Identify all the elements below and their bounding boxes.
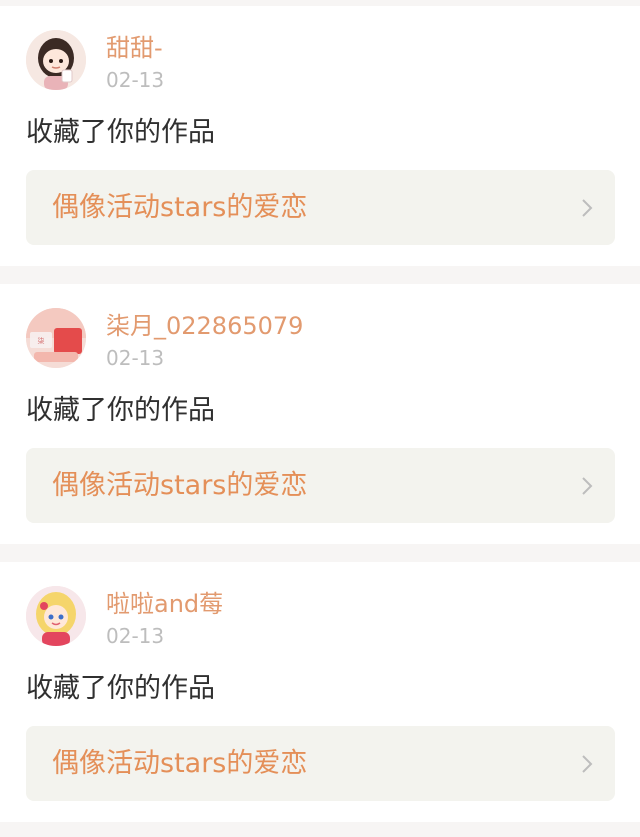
avatar[interactable] [26, 586, 86, 646]
timestamp: 02-13 [106, 68, 165, 92]
chevron-right-icon [577, 198, 597, 218]
notification-feed: 甜甜- 02-13 收藏了你的作品 偶像活动stars的爱恋 柒 柒月_0228… [0, 0, 640, 837]
work-title: 偶像活动stars的爱恋 [52, 469, 308, 501]
work-title: 偶像活动stars的爱恋 [52, 747, 308, 779]
red-photo-avatar-icon: 柒 [26, 308, 86, 368]
work-link[interactable]: 偶像活动stars的爱恋 [26, 726, 615, 801]
svg-text:柒: 柒 [38, 336, 45, 345]
work-title: 偶像活动stars的爱恋 [52, 191, 308, 223]
avatar[interactable] [26, 30, 86, 90]
timestamp: 02-13 [106, 346, 165, 370]
anime-girl-avatar-icon [26, 30, 86, 90]
action-text: 收藏了你的作品 [26, 117, 215, 148]
work-link[interactable]: 偶像活动stars的爱恋 [26, 448, 615, 523]
work-link[interactable]: 偶像活动stars的爱恋 [26, 170, 615, 245]
notification-card: 柒 柒月_022865079 02-13 收藏了你的作品 偶像活动stars的爱… [0, 284, 640, 544]
username[interactable]: 甜甜- [106, 34, 163, 62]
blonde-anime-girl-avatar-icon [26, 586, 86, 646]
avatar[interactable]: 柒 [26, 308, 86, 368]
chevron-right-icon [577, 476, 597, 496]
notification-card: 啦啦and莓 02-13 收藏了你的作品 偶像活动stars的爱恋 [0, 562, 640, 822]
chevron-right-icon [577, 754, 597, 774]
username[interactable]: 柒月_022865079 [106, 312, 303, 340]
timestamp: 02-13 [106, 624, 165, 648]
action-text: 收藏了你的作品 [26, 673, 215, 704]
username[interactable]: 啦啦and莓 [106, 590, 223, 618]
notification-card: 甜甜- 02-13 收藏了你的作品 偶像活动stars的爱恋 [0, 6, 640, 266]
action-text: 收藏了你的作品 [26, 395, 215, 426]
